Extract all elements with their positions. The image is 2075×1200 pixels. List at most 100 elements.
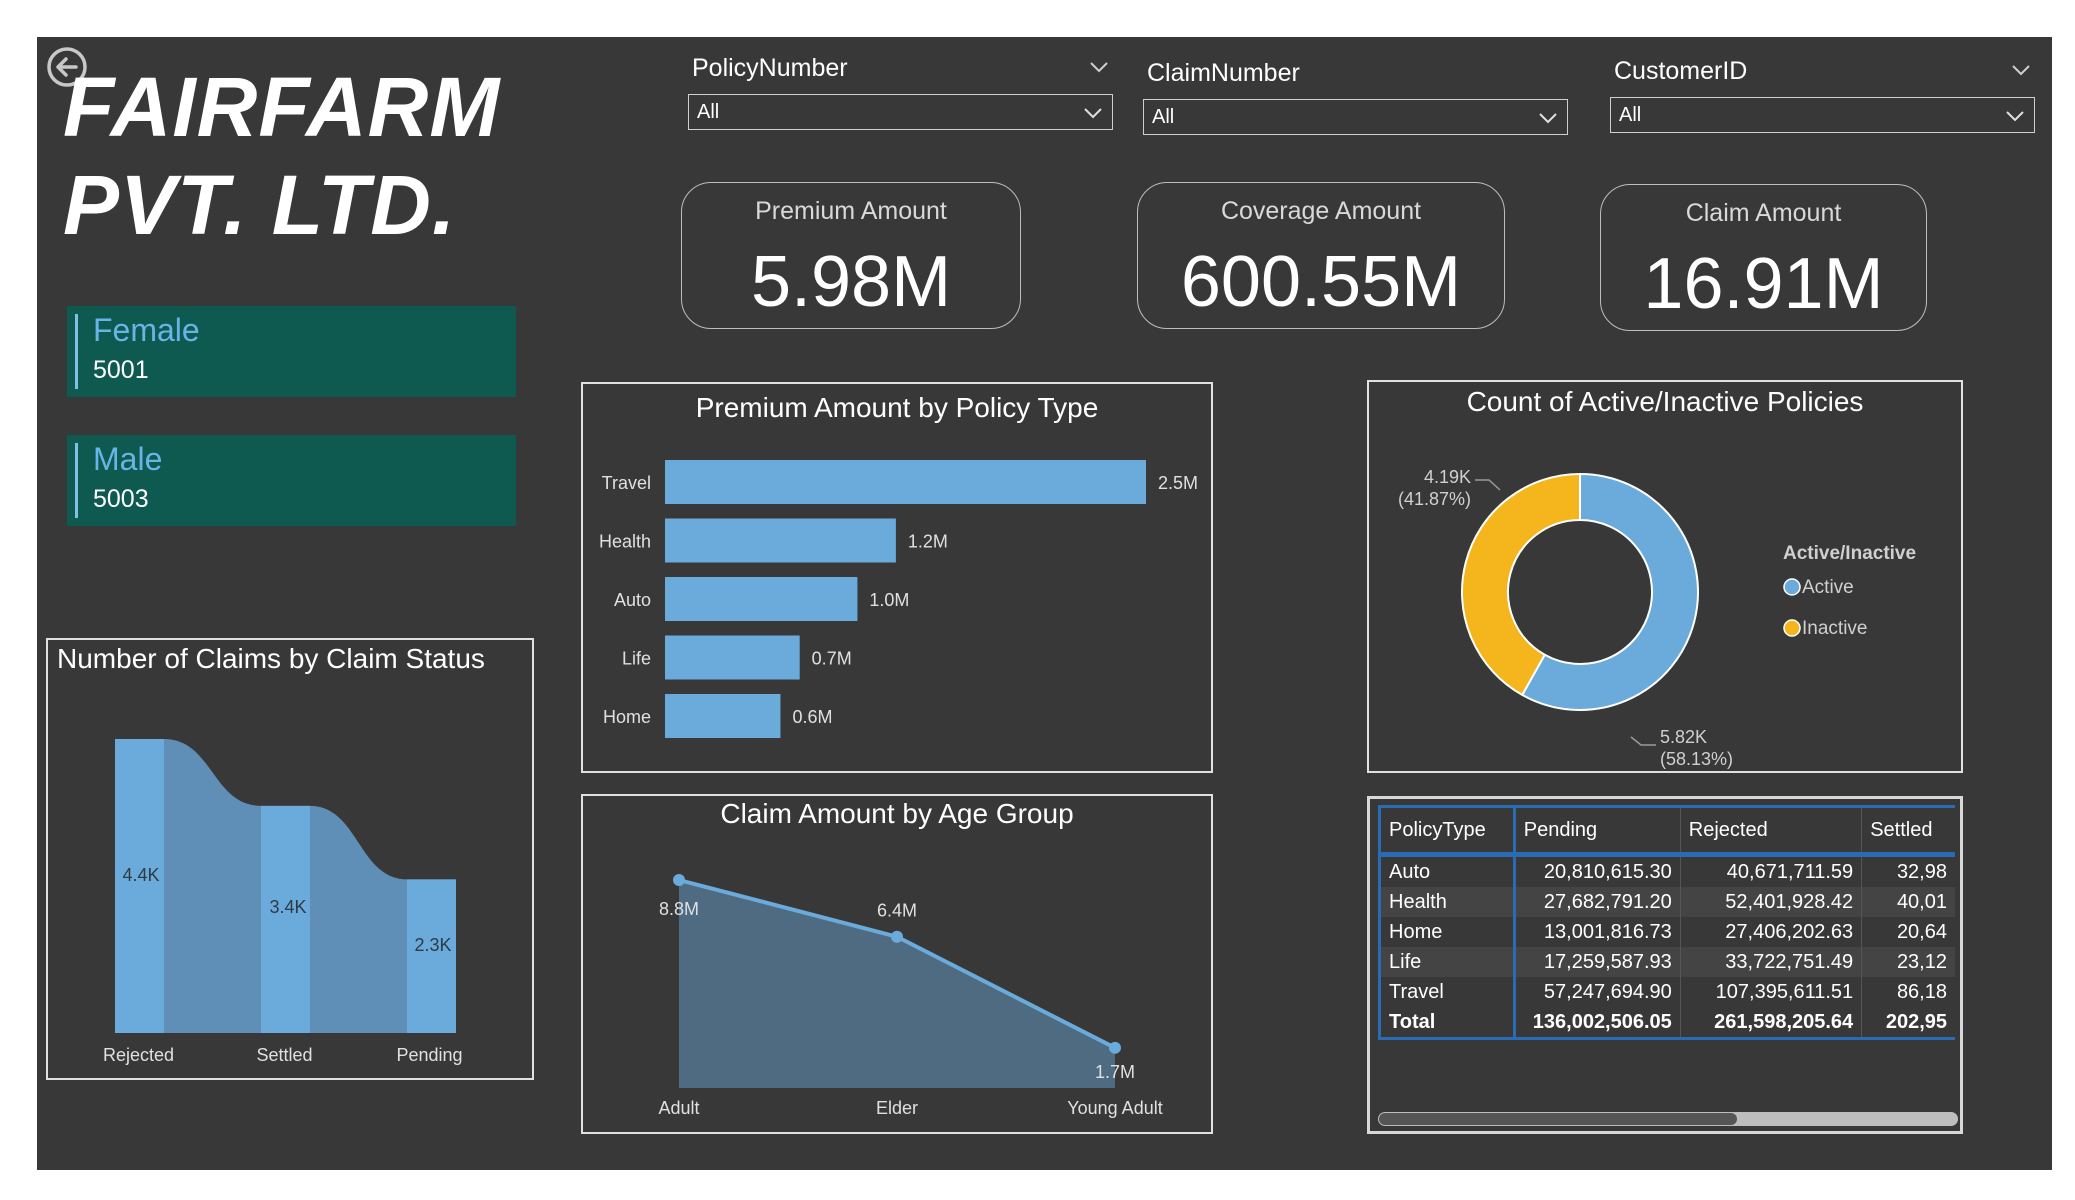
bar-home [665,694,781,738]
table-cell: 136,002,506.05 [1513,1007,1681,1040]
bar-health [665,518,896,563]
kpi-title: Claim Amount [1685,199,1842,227]
data-point [891,930,903,943]
column-header[interactable]: Settled [1861,805,1955,857]
scrollbar-thumb[interactable] [1379,1113,1737,1125]
slicer-title: ClaimNumber [1147,59,1300,87]
leader-line [1475,479,1501,491]
policynumber-dropdown[interactable]: All [688,94,1113,130]
table-cell: 52,401,928.42 [1679,887,1862,917]
category-label: Young Adult [1067,1098,1162,1118]
row-header: Auto [1378,854,1516,887]
claims-matrix[interactable]: PolicyType Pending Rejected Settled Auto… [1378,805,1955,1041]
chevron-down-icon[interactable] [2010,59,2032,81]
table-row: Auto 20,810,615.30 40,671,711.59 32,98 [1378,854,1955,887]
table-row: Home 13,001,816.73 27,406,202.63 20,64 [1378,917,1955,947]
bar-chart-svg: Travel 2.5M Health 1.2M Auto 1.0M Life 0.7M Home… [599,460,1198,738]
column-header[interactable]: Pending [1513,805,1681,857]
data-point [1109,1041,1121,1054]
category-label: Health [599,532,651,552]
slicer-title: PolicyNumber [692,54,848,82]
table-cell: 86,18 [1861,977,1955,1007]
data-label: (41.87%) [1398,489,1471,509]
table-cell: 107,395,611.51 [1679,977,1862,1007]
slicer-title: CustomerID [1614,57,1748,85]
category-label: Life [622,649,651,669]
table-cell: 20,810,615.30 [1513,854,1681,887]
table-cell: 23,12 [1861,947,1955,977]
ribbon-connector [310,805,407,1033]
data-point [673,874,685,886]
kpi-value: 16.91M [1643,244,1884,324]
customerid-slicer: CustomerID All [1610,57,2035,137]
category-label: Auto [614,590,651,610]
bar-auto [665,577,858,621]
table-cell: 57,247,694.90 [1513,977,1681,1007]
male-value: 5003 [93,485,149,513]
dashboard-canvas: FAIRFARM PVT. LTD. Female 5001 Male 5003… [37,37,2052,1170]
company-title-line1: FAIRFARM [63,60,501,154]
row-header: Life [1378,947,1516,977]
table-cell: 20,64 [1861,917,1955,947]
data-label: 1.7M [1095,1062,1135,1082]
coverage-amount-card: Coverage Amount 600.55M [1137,182,1505,329]
male-count-card: Male 5003 [67,435,516,526]
row-header: Home [1378,917,1516,947]
legend-label: Inactive [1802,618,1867,639]
ribbon-connector [164,739,261,1033]
ribbon-bar-settled [261,805,310,1033]
data-label: 3.4K [269,897,306,917]
ribbon-bar-rejected [115,739,164,1033]
ribbon-bar-pending [407,879,456,1033]
legend-marker-active [1783,578,1801,596]
chevron-down-icon [2006,111,2024,122]
chevron-down-icon[interactable] [1088,56,1110,78]
legend-marker-inactive [1783,619,1801,637]
bar-travel [665,460,1146,504]
chevron-down-icon [1539,113,1557,124]
category-label: Elder [876,1098,918,1118]
ribbon-chart-svg: 4.4K Rejected 3.4K Settled 2.3K Pending [103,739,463,1065]
column-header[interactable]: PolicyType [1378,805,1516,857]
area-chart-svg: 8.8M Adult 6.4M Elder 1.7M Young Adult [658,874,1163,1118]
row-header: Travel [1378,977,1516,1007]
active-inactive-policies-chart: Count of Active/Inactive Policies 5.82K(… [1367,380,1963,773]
customerid-dropdown[interactable]: All [1610,97,2035,133]
table-row: Travel 57,247,694.90 107,395,611.51 86,1… [1378,977,1955,1007]
column-header[interactable]: Rejected [1679,805,1862,857]
data-label: 2.5M [1158,473,1198,493]
data-label: 1.2M [908,532,948,552]
claimnumber-dropdown[interactable]: All [1143,99,1568,135]
data-label: 1.0M [869,590,909,610]
claims-matrix-panel: PolicyType Pending Rejected Settled Auto… [1367,796,1963,1134]
table-row: Life 17,259,587.93 33,722,751.49 23,12 [1378,947,1955,977]
premium-by-policy-type-chart: Premium Amount by Policy Type Travel 2.5M… [581,382,1213,773]
category-label: Adult [658,1098,699,1118]
policynumber-slicer: PolicyNumber All [688,54,1113,134]
data-label: 6.4M [877,901,917,921]
data-label: 8.8M [659,899,699,919]
table-cell: 33,722,751.49 [1679,947,1862,977]
male-label: Male [93,441,163,477]
female-label: Female [93,312,200,348]
donut-chart-svg: 5.82K(58.13%) 4.19K(41.87%) Active/Inactiv… [1398,467,1916,769]
chevron-down-icon [1084,108,1102,119]
female-count-card: Female 5001 [67,306,516,397]
kpi-value: 5.98M [750,242,952,322]
data-label: 4.19K [1424,467,1471,487]
data-label: 4.4K [122,865,159,885]
table-cell: 13,001,816.73 [1513,917,1681,947]
legend-title: Active/Inactive [1783,543,1916,564]
kpi-value: 600.55M [1180,242,1462,322]
table-cell: 40,671,711.59 [1679,854,1862,887]
data-label: 5.82K [1660,727,1707,747]
table-cell: 27,406,202.63 [1679,917,1862,947]
card-accent-bar [75,443,78,518]
data-label: 0.6M [792,707,832,727]
table-cell: 17,259,587.93 [1513,947,1681,977]
horizontal-scrollbar[interactable] [1378,1112,1958,1126]
leader-line [1630,736,1656,746]
dropdown-value: All [1619,104,1642,126]
premium-amount-card: Premium Amount 5.98M [681,182,1021,329]
claim-by-age-group-chart: Claim Amount by Age Group 8.8M Adult 6.4M E… [581,794,1213,1134]
